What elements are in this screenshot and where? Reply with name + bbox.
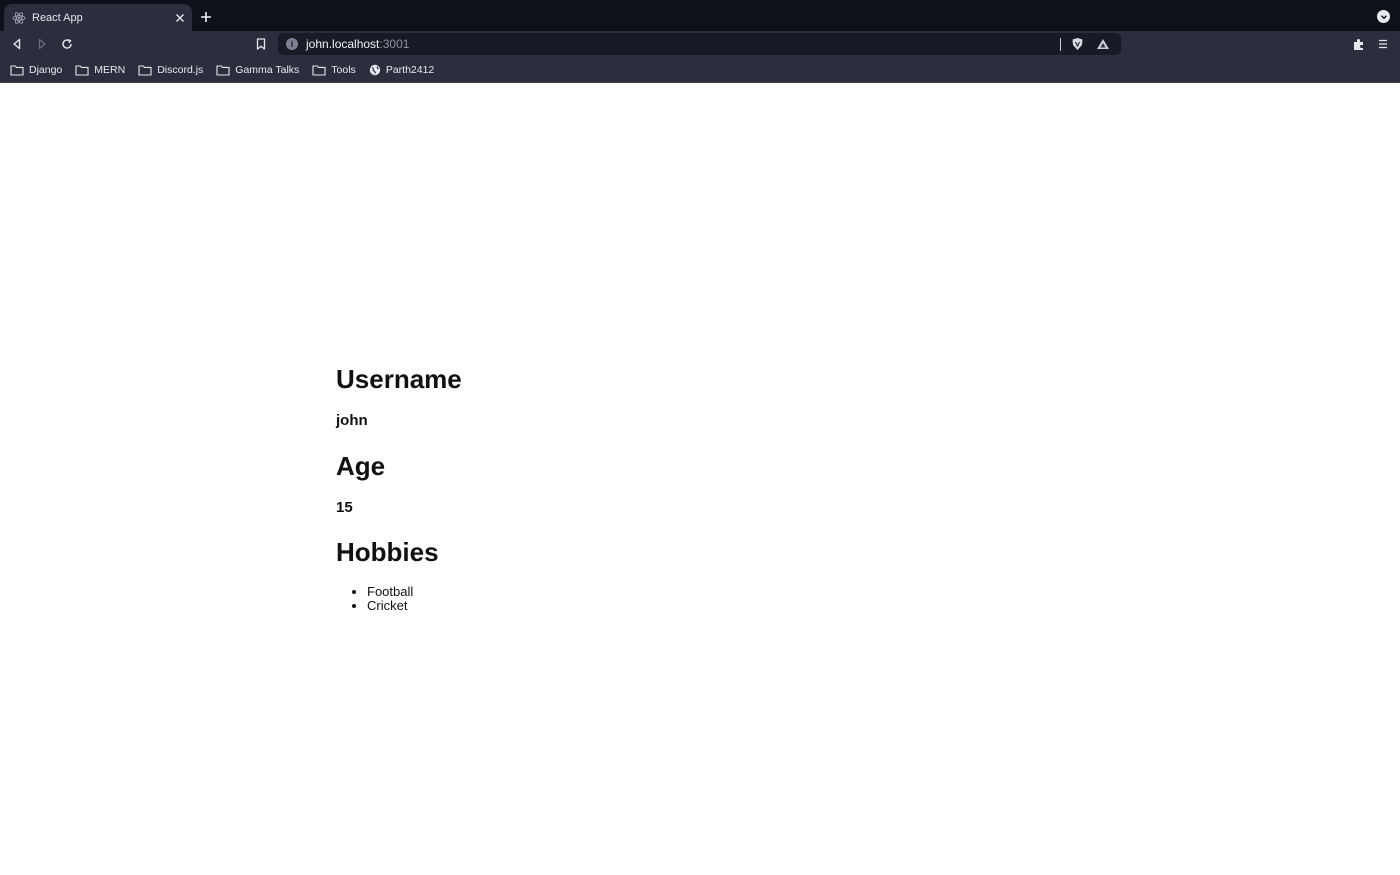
list-item: Cricket (367, 599, 462, 613)
extensions-puzzle-icon[interactable] (1350, 36, 1366, 52)
tab-strip: React App (0, 0, 1400, 31)
close-tab-icon[interactable] (172, 10, 188, 26)
back-arrow-icon[interactable] (9, 36, 25, 52)
forward-arrow-icon[interactable] (34, 36, 50, 52)
url-host: john.localhost (306, 37, 380, 51)
profile-content: Username john Age 15 Hobbies Football Cr… (336, 364, 462, 613)
bookmark-icon[interactable] (253, 36, 269, 52)
react-favicon-icon (12, 11, 26, 25)
brave-rewards-triangle-icon[interactable] (1095, 36, 1111, 52)
folder-icon (138, 64, 152, 76)
bookmark-folder-django[interactable]: Django (10, 64, 62, 76)
brave-shields-icon[interactable] (1069, 36, 1085, 52)
address-url[interactable]: john.localhost:3001 (306, 37, 1060, 51)
folder-icon (75, 64, 89, 76)
bookmarks-bar: Django MERN Discord.js Gamma Talks Tools… (0, 57, 1400, 83)
username-value: john (336, 412, 368, 429)
bookmark-folder-tools[interactable]: Tools (312, 64, 356, 76)
folder-icon (312, 64, 326, 76)
tab-react-app[interactable]: React App (4, 4, 192, 31)
bookmark-folder-discordjs[interactable]: Discord.js (138, 64, 203, 76)
bookmark-label: Django (29, 63, 63, 76)
tab-title: React App (32, 11, 83, 24)
bookmark-folder-gamma-talks[interactable]: Gamma Talks (216, 64, 299, 76)
list-item: Football (367, 585, 462, 599)
url-port: :3001 (379, 37, 410, 51)
site-info-icon[interactable]: i (286, 38, 298, 50)
bookmark-folder-mern[interactable]: MERN (75, 64, 125, 76)
bookmark-label: Discord.js (157, 63, 204, 76)
bookmark-label: MERN (94, 63, 126, 76)
new-tab-plus-icon[interactable] (198, 9, 214, 25)
page-viewport: Username john Age 15 Hobbies Football Cr… (0, 84, 1400, 875)
menu-hamburger-icon[interactable] (1375, 36, 1391, 52)
browser-toolbar: i john.localhost:3001 (0, 31, 1400, 57)
bookmark-label: Gamma Talks (235, 63, 300, 76)
tab-search-chevron-icon[interactable] (1377, 10, 1390, 23)
text-cursor (1060, 37, 1061, 51)
globe-icon (369, 64, 381, 75)
address-bar[interactable]: i john.localhost:3001 (278, 33, 1121, 55)
bookmark-parth2412[interactable]: Parth2412 (369, 64, 434, 76)
age-value: 15 (336, 499, 353, 516)
username-heading: Username (336, 364, 462, 394)
folder-icon (216, 64, 230, 76)
reload-icon[interactable] (59, 36, 75, 52)
hobbies-list: Football Cricket (336, 585, 462, 613)
age-heading: Age (336, 451, 386, 481)
folder-icon (10, 64, 24, 76)
bookmark-label: Parth2412 (385, 63, 435, 76)
hobbies-heading: Hobbies (336, 537, 439, 567)
bookmark-label: Tools (331, 63, 356, 76)
